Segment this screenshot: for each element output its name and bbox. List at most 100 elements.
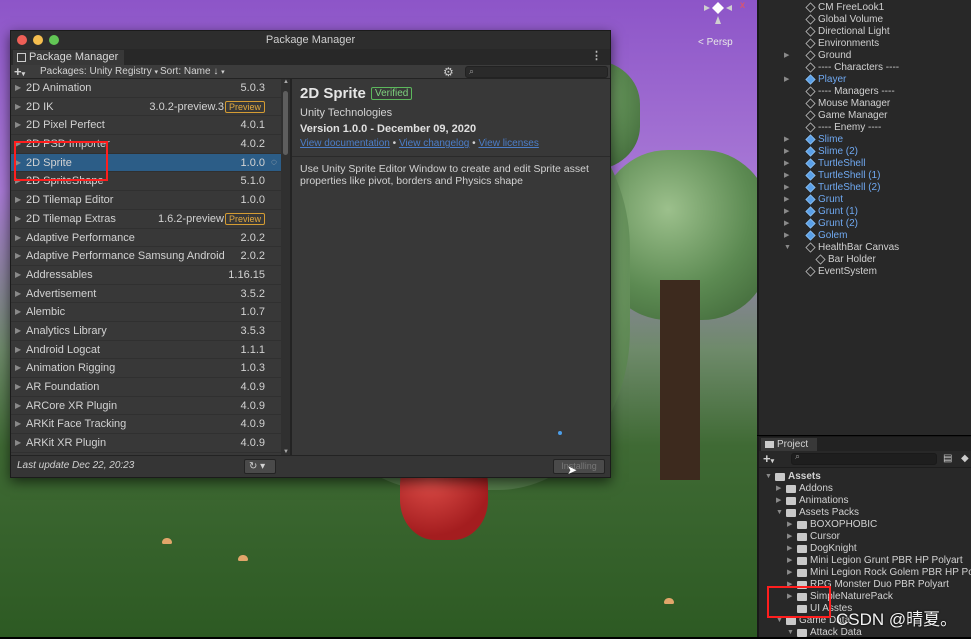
expand-arrow-icon[interactable]: ▶ bbox=[15, 415, 21, 433]
package-row[interactable]: ▶ Analytics Library 3.5.3 bbox=[11, 322, 281, 341]
package-row[interactable]: ▶ Animation Rigging 1.0.3 bbox=[11, 359, 281, 378]
window-titlebar[interactable]: Package Manager bbox=[11, 31, 610, 49]
expand-arrow-icon[interactable]: ▶ bbox=[15, 322, 21, 340]
caret-right-icon[interactable]: ▶ bbox=[784, 170, 789, 182]
hierarchy-item[interactable]: ▶ Grunt (1) bbox=[759, 206, 971, 218]
hierarchy-item[interactable]: Mouse Manager bbox=[759, 98, 971, 110]
install-button[interactable]: Installing bbox=[553, 459, 605, 474]
minimize-icon[interactable] bbox=[33, 35, 43, 45]
package-row[interactable]: ▶ 2D Tilemap Editor 1.0.0 bbox=[11, 191, 281, 210]
hierarchy-item[interactable]: ▶ Slime bbox=[759, 134, 971, 146]
caret-right-icon[interactable]: ▶ bbox=[776, 483, 781, 495]
caret-right-icon[interactable]: ▶ bbox=[784, 182, 789, 194]
project-search-input[interactable]: ⌕ bbox=[791, 451, 937, 465]
package-row[interactable]: ▶ Adaptive Performance Samsung Android 2.0… bbox=[11, 247, 281, 266]
caret-down-icon[interactable]: ▼ bbox=[765, 471, 772, 483]
hierarchy-item[interactable]: EventSystem bbox=[759, 266, 971, 278]
hierarchy-item[interactable]: Game Manager bbox=[759, 110, 971, 122]
package-row[interactable]: ▶ 2D Animation 5.0.3 bbox=[11, 79, 281, 98]
package-row[interactable]: ▶ 2D Pixel Perfect 4.0.1 bbox=[11, 116, 281, 136]
caret-right-icon[interactable]: ▶ bbox=[784, 230, 789, 242]
package-list-scrollbar[interactable]: ▲ ▼ bbox=[281, 79, 290, 455]
hierarchy-item[interactable]: ▶ Grunt (2) bbox=[759, 218, 971, 230]
hierarchy-item[interactable]: ▼ HealthBar Canvas bbox=[759, 242, 971, 254]
caret-right-icon[interactable]: ▶ bbox=[784, 74, 789, 86]
package-row[interactable]: ▶ ARCore XR Plugin 4.0.9 bbox=[11, 397, 281, 416]
expand-arrow-icon[interactable]: ▶ bbox=[15, 229, 21, 247]
caret-right-icon[interactable]: ▶ bbox=[787, 531, 792, 543]
tab-project[interactable]: Project bbox=[761, 438, 817, 451]
hierarchy-item[interactable]: Bar Holder bbox=[759, 254, 971, 266]
hierarchy-item[interactable]: Global Volume bbox=[759, 14, 971, 26]
expand-arrow-icon[interactable]: ▶ bbox=[15, 191, 21, 209]
caret-right-icon[interactable]: ▶ bbox=[787, 555, 792, 567]
project-folder-item[interactable]: ▶ Animations bbox=[759, 495, 971, 507]
expand-arrow-icon[interactable]: ▶ bbox=[15, 247, 21, 265]
hierarchy-item[interactable]: ---- Characters ---- bbox=[759, 62, 971, 74]
hierarchy-item[interactable]: ▶ Grunt bbox=[759, 194, 971, 206]
scroll-up-arrow-icon[interactable]: ▲ bbox=[283, 79, 289, 85]
hierarchy-item[interactable]: CM FreeLook1 bbox=[759, 2, 971, 14]
view-licenses-link[interactable]: View licenses bbox=[478, 138, 538, 149]
caret-right-icon[interactable]: ▶ bbox=[787, 543, 792, 555]
expand-arrow-icon[interactable]: ▶ bbox=[15, 98, 21, 116]
persp-label[interactable]: < Persp bbox=[698, 37, 733, 48]
expand-arrow-icon[interactable]: ▶ bbox=[15, 397, 21, 415]
expand-arrow-icon[interactable]: ▶ bbox=[15, 303, 21, 321]
caret-right-icon[interactable]: ▶ bbox=[784, 158, 789, 170]
scrollbar-thumb[interactable] bbox=[283, 91, 288, 155]
package-row[interactable]: ▶ AR Foundation 4.0.9 bbox=[11, 378, 281, 397]
caret-right-icon[interactable]: ▶ bbox=[787, 519, 792, 531]
package-row[interactable]: ▶ Advertisement 3.5.2 bbox=[11, 285, 281, 304]
hierarchy-item[interactable]: ▶ Ground bbox=[759, 50, 971, 62]
tab-package-manager[interactable]: Package Manager bbox=[13, 50, 125, 65]
expand-arrow-icon[interactable]: ▶ bbox=[15, 79, 21, 97]
sort-dropdown[interactable]: Sort: Name ↓ ▾ bbox=[160, 65, 225, 80]
caret-right-icon[interactable]: ▶ bbox=[776, 495, 781, 507]
caret-right-icon[interactable]: ▶ bbox=[784, 50, 789, 62]
search-input[interactable]: ⌕ bbox=[465, 66, 608, 78]
project-folder-item[interactable]: ▼ Assets bbox=[759, 471, 971, 483]
caret-right-icon[interactable]: ▶ bbox=[784, 194, 789, 206]
caret-right-icon[interactable]: ▶ bbox=[784, 146, 789, 158]
expand-arrow-icon[interactable]: ▶ bbox=[15, 378, 21, 396]
hierarchy-item[interactable]: Directional Light bbox=[759, 26, 971, 38]
expand-arrow-icon[interactable]: ▶ bbox=[15, 210, 21, 228]
package-row[interactable]: ▶ 2D IK Preview 3.0.2-preview.3 bbox=[11, 98, 281, 117]
hierarchy-item[interactable]: ▶ Player bbox=[759, 74, 971, 86]
package-row[interactable]: ▶ Adaptive Performance 2.0.2 bbox=[11, 229, 281, 248]
caret-right-icon[interactable]: ▶ bbox=[784, 218, 789, 230]
more-menu-icon[interactable]: ⋮ bbox=[591, 49, 602, 62]
package-row[interactable]: ▶ Android Logcat 1.1.1 bbox=[11, 341, 281, 360]
settings-gear-icon[interactable]: ⚙ bbox=[443, 65, 454, 79]
hierarchy-item[interactable]: Environments bbox=[759, 38, 971, 50]
project-add-button[interactable]: +▾ bbox=[763, 452, 774, 469]
package-row[interactable]: ▶ ARKit XR Plugin 4.0.9 bbox=[11, 434, 281, 453]
project-folder-item[interactable]: ▶ DogKnight bbox=[759, 543, 971, 555]
expand-arrow-icon[interactable]: ▶ bbox=[15, 116, 21, 134]
project-folder-item[interactable]: ▶ Mini Legion Grunt PBR HP Polyart bbox=[759, 555, 971, 567]
filter-label-icon[interactable]: ◆ bbox=[961, 453, 969, 464]
caret-right-icon[interactable]: ▶ bbox=[784, 206, 789, 218]
close-icon[interactable] bbox=[17, 35, 27, 45]
expand-arrow-icon[interactable]: ▶ bbox=[15, 266, 21, 284]
hierarchy-item[interactable]: ---- Enemy ---- bbox=[759, 122, 971, 134]
expand-arrow-icon[interactable]: ▶ bbox=[15, 285, 21, 303]
hierarchy-item[interactable]: ▶ TurtleShell (1) bbox=[759, 170, 971, 182]
view-documentation-link[interactable]: View documentation bbox=[300, 138, 390, 149]
expand-arrow-icon[interactable]: ▶ bbox=[15, 341, 21, 359]
caret-right-icon[interactable]: ▶ bbox=[784, 134, 789, 146]
hierarchy-item[interactable]: ▶ TurtleShell bbox=[759, 158, 971, 170]
caret-down-icon[interactable]: ▼ bbox=[784, 242, 791, 254]
hierarchy-item[interactable]: ---- Managers ---- bbox=[759, 86, 971, 98]
package-row[interactable]: ▶ Addressables 1.16.15 bbox=[11, 266, 281, 285]
scope-dropdown[interactable]: Packages: Unity Registry ▾ bbox=[40, 65, 158, 80]
hierarchy-item[interactable]: ▶ TurtleShell (2) bbox=[759, 182, 971, 194]
project-folder-item[interactable]: ▶ Cursor bbox=[759, 531, 971, 543]
expand-arrow-icon[interactable]: ▶ bbox=[15, 434, 21, 452]
maximize-icon[interactable] bbox=[49, 35, 59, 45]
package-row[interactable]: ▶ ARKit Face Tracking 4.0.9 bbox=[11, 415, 281, 435]
expand-arrow-icon[interactable]: ▶ bbox=[15, 359, 21, 377]
caret-right-icon[interactable]: ▶ bbox=[787, 567, 792, 579]
project-folder-item[interactable]: ▶ Addons bbox=[759, 483, 971, 495]
